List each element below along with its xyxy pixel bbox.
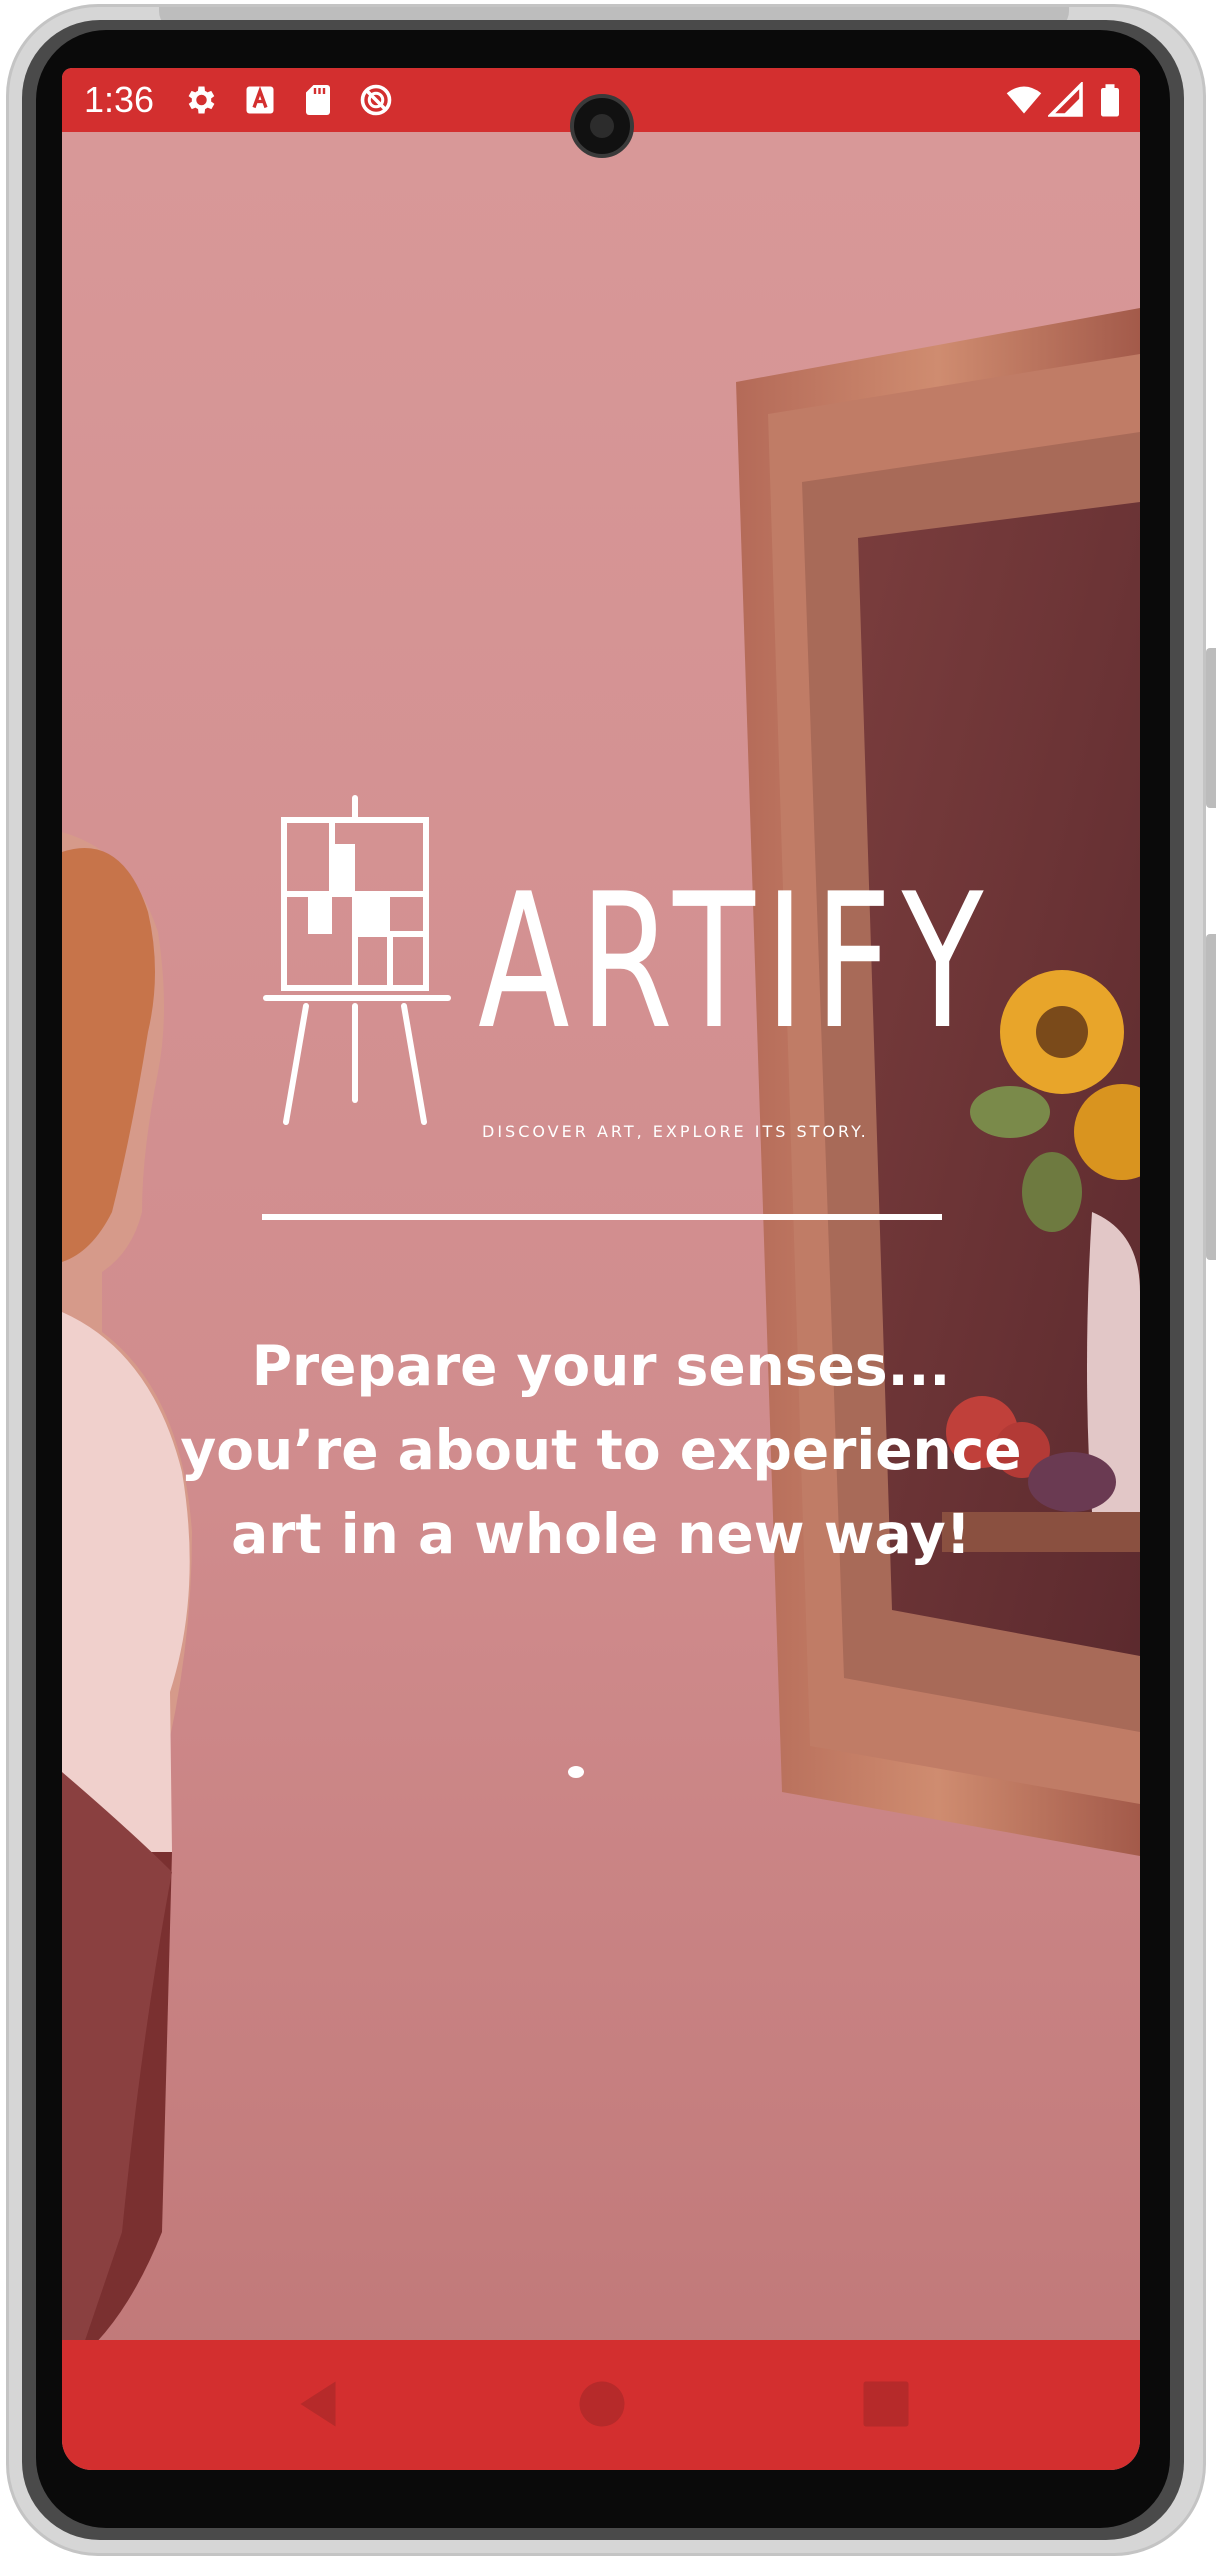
home-icon[interactable] (572, 2374, 632, 2434)
volume-button (1206, 648, 1216, 808)
front-camera (570, 94, 634, 158)
cell-signal-icon (1048, 82, 1083, 117)
headline-line-2: you’re about to experience (180, 1418, 1022, 1482)
loading-indicator (568, 1766, 584, 1778)
welcome-message: Prepare your senses... you’re about to e… (122, 1324, 1080, 1576)
device-canvas: 1:36 ARTIFY DISCOVER ART, EXPLORE ITS ST… (0, 0, 1216, 2562)
splash-content: ARTIFY DISCOVER ART, EXPLORE ITS STORY. … (62, 68, 1140, 2470)
sd-card-icon (306, 85, 330, 115)
headline-line-3: art in a whole new way! (231, 1502, 971, 1566)
brand-name: ARTIFY (478, 853, 994, 1070)
wifi-icon (1006, 86, 1042, 114)
gear-icon (188, 86, 215, 114)
brand-tagline: DISCOVER ART, EXPLORE ITS STORY. (482, 1122, 869, 1141)
do-not-disturb-icon (360, 84, 392, 116)
status-time: 1:36 (84, 79, 155, 120)
screen: 1:36 ARTIFY DISCOVER ART, EXPLORE ITS ST… (62, 68, 1140, 2470)
logo-divider (262, 1214, 942, 1220)
headline-line-1: Prepare your senses... (251, 1334, 951, 1398)
recents-icon[interactable] (856, 2374, 916, 2434)
navigation-bar (62, 2340, 1140, 2470)
artify-logo: ARTIFY DISCOVER ART, EXPLORE ITS STORY. (262, 794, 983, 1224)
a-letter-icon (246, 86, 274, 114)
power-button (1206, 934, 1216, 1260)
easel-icon (263, 795, 451, 1125)
back-icon[interactable] (288, 2374, 348, 2434)
battery-icon (1101, 84, 1119, 117)
